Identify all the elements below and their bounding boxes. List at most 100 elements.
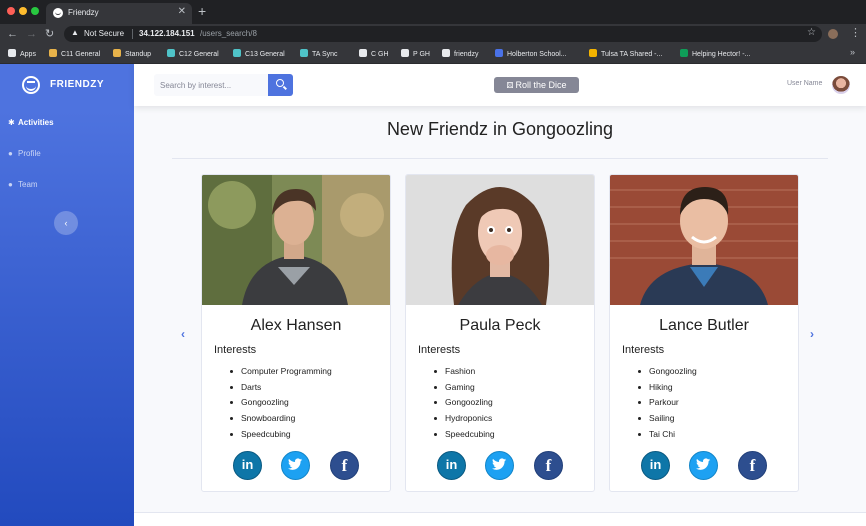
linkedin-button[interactable]: in: [233, 451, 262, 480]
bookmark-favicon-icon: [680, 49, 688, 57]
profile-photo: [610, 175, 798, 305]
bookmark-item[interactable]: C11 General: [49, 49, 100, 59]
bookmark-star-icon[interactable]: ☆: [807, 27, 816, 38]
twitter-button[interactable]: [689, 451, 718, 480]
avatar[interactable]: [832, 76, 850, 94]
browser-tab[interactable]: Friendzy ✕: [46, 3, 192, 24]
bookmark-label: Apps: [20, 51, 36, 58]
bookmark-item[interactable]: TA Sync: [300, 49, 338, 59]
roll-dice-label: Roll the Dice: [515, 80, 567, 90]
page-title: New Friendz in Gongoozling: [386, 119, 614, 139]
search-input[interactable]: [154, 74, 268, 96]
list-item: Tai Chi: [638, 427, 798, 443]
sidebar-toggle-button[interactable]: ‹: [54, 211, 78, 235]
twitter-icon: [288, 458, 303, 470]
bookmark-item[interactable]: Standup: [113, 49, 151, 59]
bookmark-item[interactable]: Apps: [8, 49, 36, 59]
friend-card: Alex Hansen Interests Computer Programmi…: [201, 174, 391, 492]
linkedin-icon: in: [649, 457, 662, 472]
bookmark-label: Standup: [125, 51, 152, 58]
linkedin-icon: in: [241, 457, 254, 472]
bookmark-item[interactable]: Helping Hector! -...: [680, 49, 750, 59]
sidebar-item-label: Activities: [18, 118, 54, 127]
friendzy-logo-icon: [22, 76, 40, 94]
more-bookmarks-icon[interactable]: »: [850, 47, 855, 57]
bookmark-label: Helping Hector! -...: [692, 51, 751, 58]
user-name[interactable]: User Name: [787, 80, 822, 87]
bookmark-item[interactable]: friendzy: [442, 49, 479, 59]
bookmark-favicon-icon: [49, 49, 57, 57]
twitter-button[interactable]: [281, 451, 310, 480]
twitter-button[interactable]: [485, 451, 514, 480]
list-item: Fashion: [434, 364, 594, 380]
footer: [134, 512, 866, 526]
bookmark-item[interactable]: C12 General: [167, 49, 219, 59]
app-root: FRIENDZY ✱Activities ● Profile ● Team ‹ ⚄R…: [0, 64, 866, 526]
browser-tab-bar: Friendzy ✕ +: [0, 0, 866, 24]
roll-dice-button[interactable]: ⚄ Roll the Dice: [494, 77, 579, 93]
user-icon: ●: [8, 149, 13, 158]
extension-icon[interactable]: [828, 29, 838, 39]
search-button[interactable]: [268, 74, 293, 96]
bookmark-label: C11 General: [61, 51, 101, 58]
search-icon: [276, 79, 284, 87]
brand-name: FRIENDZY: [50, 79, 104, 90]
friendzy-favicon-icon: [53, 8, 63, 18]
bookmark-item[interactable]: C GH: [359, 49, 389, 59]
list-item: Speedcubing: [434, 427, 594, 443]
reload-icon[interactable]: ↻: [45, 26, 54, 42]
sidebar-item-team[interactable]: ● Team: [8, 178, 38, 192]
sidebar-item-activities[interactable]: ✱ Activities: [8, 116, 54, 130]
facebook-icon: f: [341, 456, 348, 475]
bookmark-favicon-icon: [359, 49, 367, 57]
bookmark-favicon-icon: [495, 49, 503, 57]
facebook-button[interactable]: f: [330, 451, 359, 480]
close-tab-icon[interactable]: ✕: [178, 6, 186, 18]
bookmark-item[interactable]: Holberton School...: [495, 49, 567, 59]
bookmark-favicon-icon: [589, 49, 597, 57]
maximize-window-button[interactable]: [31, 7, 39, 15]
close-window-button[interactable]: [7, 7, 15, 15]
list-item: Speedcubing: [230, 427, 390, 443]
list-item: Gongoozling: [434, 395, 594, 411]
bookmark-favicon-icon: [8, 49, 16, 57]
carousel-next-chevron-icon[interactable]: ›: [810, 327, 814, 341]
sidebar: FRIENDZY ✱ Activities ● Profile ● Team ‹: [0, 64, 134, 526]
dice-icon: ⚄: [506, 81, 514, 90]
bookmark-item[interactable]: C13 General: [233, 49, 285, 59]
facebook-button[interactable]: f: [534, 451, 563, 480]
interest-list: Fashion Gaming Gongoozling Hydroponics S…: [434, 364, 594, 442]
list-item: Gongoozling: [638, 364, 798, 380]
bookmark-favicon-icon: [401, 49, 409, 57]
facebook-button[interactable]: f: [738, 451, 767, 480]
back-arrow-icon[interactable]: ←: [7, 26, 18, 42]
bookmark-label: C13 General: [245, 51, 285, 58]
interests-label: Interests: [622, 344, 665, 356]
bookmark-label: friendzy: [454, 51, 479, 58]
linkedin-button[interactable]: in: [437, 451, 466, 480]
twitter-icon: [696, 458, 711, 470]
sidebar-item-label: Team: [18, 180, 38, 189]
bookmark-item[interactable]: Tulsa TA Shared -...: [589, 49, 662, 59]
list-item: Snowboarding: [230, 411, 390, 427]
bookmark-favicon-icon: [167, 49, 175, 57]
bookmark-favicon-icon: [113, 49, 121, 57]
list-item: Gaming: [434, 380, 594, 396]
bookmark-label: TA Sync: [312, 51, 338, 58]
minimize-window-button[interactable]: [19, 7, 27, 15]
interests-label: Interests: [418, 344, 461, 356]
address-bar[interactable]: ▲ Not Secure 34.122.184.151 /users_searc…: [64, 26, 822, 42]
list-item: Hiking: [638, 380, 798, 396]
bookmark-item[interactable]: P GH: [401, 49, 430, 59]
browser-menu-icon[interactable]: ⋮: [850, 26, 861, 39]
carousel-prev-chevron-icon[interactable]: ‹: [181, 327, 185, 341]
url-host: 34.122.184.151: [139, 29, 195, 38]
linkedin-button[interactable]: in: [641, 451, 670, 480]
sidebar-item-profile[interactable]: ● Profile: [8, 147, 41, 161]
new-tab-button[interactable]: +: [198, 3, 206, 19]
forward-arrow-icon[interactable]: →: [26, 26, 37, 42]
brand[interactable]: FRIENDZY: [0, 64, 134, 106]
bookmark-label: Tulsa TA Shared -...: [601, 51, 663, 58]
bookmark-label: C GH: [371, 51, 389, 58]
twitter-icon: [492, 458, 507, 470]
